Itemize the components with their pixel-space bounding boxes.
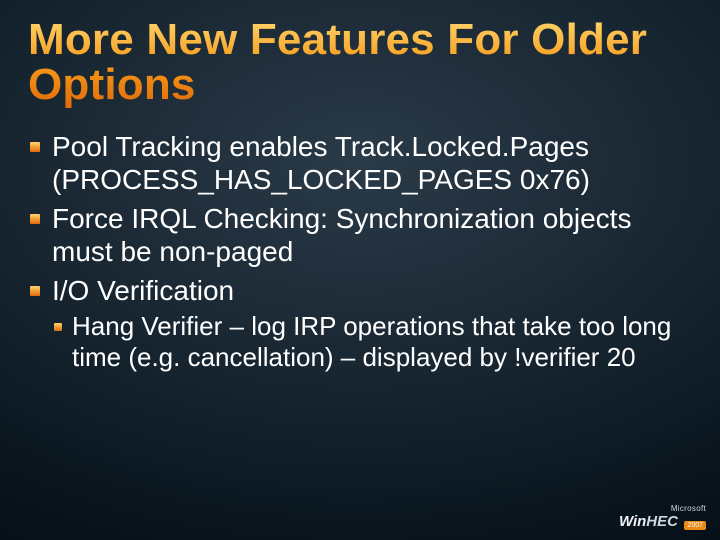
winhec-logo: Microsoft WinHEC 2007 [619,505,706,530]
logo-product: WinHEC [619,514,678,529]
logo-product-hec: HEC [646,513,678,530]
sub-bullet-text: Hang Verifier – log IRP operations that … [72,311,671,372]
logo-product-win: Win [619,513,646,530]
logo-vendor: Microsoft [619,505,706,513]
bullet-text: I/O Verification [52,275,234,306]
bullet-text: Pool Tracking enables Track.Locked.Pages… [52,131,590,195]
sub-bullet-list: Hang Verifier – log IRP operations that … [52,311,692,372]
slide: More New Features For Older Options Pool… [0,0,720,540]
bullet-item: I/O Verification Hang Verifier – log IRP… [52,274,692,372]
slide-title: More New Features For Older Options [28,18,692,108]
bullet-text: Force IRQL Checking: Synchronization obj… [52,203,631,267]
sub-bullet-item: Hang Verifier – log IRP operations that … [72,311,692,372]
bullet-list: Pool Tracking enables Track.Locked.Pages… [28,130,692,373]
bullet-item: Pool Tracking enables Track.Locked.Pages… [52,130,692,196]
bullet-item: Force IRQL Checking: Synchronization obj… [52,202,692,268]
logo-year: 2007 [684,521,706,530]
